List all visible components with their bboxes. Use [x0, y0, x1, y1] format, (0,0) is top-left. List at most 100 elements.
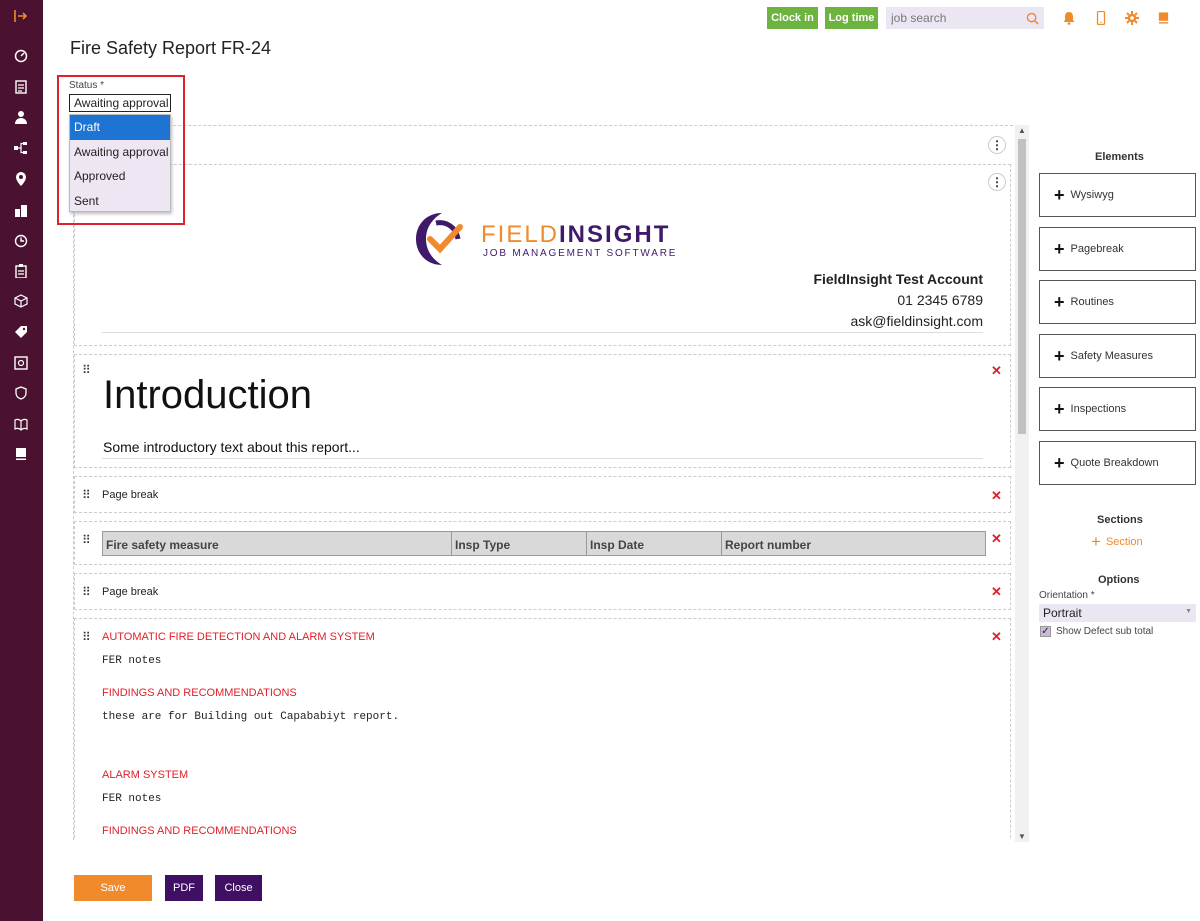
shield-icon[interactable] [13, 385, 29, 401]
pagebreak-block: ⠿ Page break ✕ [74, 476, 1011, 513]
book-icon[interactable] [1155, 10, 1171, 26]
fieldinsight-logo-icon [412, 209, 472, 269]
scroll-thumb[interactable] [1018, 139, 1026, 434]
element-label: Pagebreak [1070, 243, 1124, 255]
orientation-label: Orientation * [1039, 590, 1095, 601]
add-inspections-button[interactable]: + Inspections [1039, 387, 1196, 431]
user-icon[interactable] [13, 109, 29, 125]
drag-handle-icon[interactable]: ⠿ [82, 533, 91, 547]
header-block-menu-button[interactable]: ⋮ [988, 173, 1006, 191]
delete-block-button[interactable]: ✕ [991, 363, 1002, 379]
chevron-down-icon: ▼ [1185, 608, 1192, 615]
add-routines-button[interactable]: + Routines [1039, 280, 1196, 324]
document-icon[interactable] [13, 79, 29, 95]
plus-icon: + [1054, 292, 1065, 312]
status-option-awaiting-approval[interactable]: Awaiting approval [70, 140, 170, 165]
delete-block-button[interactable]: ✕ [991, 488, 1002, 504]
drag-handle-icon[interactable]: ⠿ [82, 488, 91, 502]
box-icon[interactable] [13, 293, 29, 309]
elements-title: Elements [1095, 151, 1144, 163]
scroll-up-arrow-icon[interactable]: ▲ [1018, 126, 1026, 135]
plus-icon: + [1054, 453, 1065, 473]
add-quote-breakdown-button[interactable]: + Quote Breakdown [1039, 441, 1196, 485]
book-closed-icon[interactable] [13, 446, 29, 462]
add-section-button[interactable]: + Section [1091, 533, 1143, 550]
show-defect-label: Show Defect sub total [1056, 626, 1154, 637]
logout-icon[interactable] [13, 8, 29, 24]
close-button[interactable]: Close [215, 875, 262, 901]
logo-text-insight: INSIGHT [559, 221, 671, 248]
location-pin-icon[interactable] [13, 171, 29, 187]
status-option-approved[interactable]: Approved [70, 164, 170, 189]
section-text: FER notes [102, 655, 162, 667]
page-title: Fire Safety Report FR-24 [70, 38, 272, 58]
drag-handle-icon[interactable]: ⠿ [82, 585, 91, 599]
job-search-input[interactable] [886, 7, 1044, 29]
status-option-draft[interactable]: Draft [70, 115, 170, 140]
add-wysiwyg-button[interactable]: + Wysiwyg [1039, 173, 1196, 217]
status-option-sent[interactable]: Sent [70, 189, 170, 214]
report-canvas: ⋮ ⋮ FIELDINSIGHT JOB MANAGEMENT SOFTWARE… [73, 125, 1013, 840]
safe-icon[interactable] [13, 355, 29, 371]
show-defect-checkbox[interactable]: ✓ [1040, 626, 1051, 637]
orientation-select[interactable]: Portrait ▼ [1039, 604, 1196, 622]
section-heading: FINDINGS AND RECOMMENDATIONS [102, 687, 297, 699]
logo-subtitle: JOB MANAGEMENT SOFTWARE [483, 248, 678, 259]
table-header-row: Fire safety measure Insp Type Insp Date … [102, 531, 986, 556]
top-block-menu-button[interactable]: ⋮ [988, 136, 1006, 154]
safety-measures-table-block: ⠿ Fire safety measure Insp Type Insp Dat… [74, 521, 1011, 565]
plus-icon: + [1091, 532, 1101, 551]
intro-divider [102, 458, 983, 459]
gear-icon[interactable] [1124, 10, 1140, 26]
element-label: Quote Breakdown [1070, 457, 1159, 469]
hierarchy-icon[interactable] [13, 140, 29, 156]
table-header-cell: Report number [725, 538, 812, 552]
delete-block-button[interactable]: ✕ [991, 629, 1002, 645]
element-label: Wysiwyg [1070, 189, 1114, 201]
plus-icon: + [1054, 185, 1065, 205]
buildings-icon[interactable] [13, 202, 29, 218]
table-header-cell: Insp Date [587, 532, 722, 555]
company-email: ask@fieldinsight.com [850, 313, 984, 329]
clock-in-button[interactable]: Clock in [767, 7, 818, 29]
tag-icon[interactable] [13, 324, 29, 340]
logo-text: FIELDINSIGHT [481, 221, 670, 249]
section-text: FER notes [102, 793, 162, 805]
top-block: ⋮ [74, 136, 1011, 154]
status-dropdown: Draft Awaiting approval Approved Sent [69, 114, 171, 212]
status-label: Status * [69, 80, 105, 91]
drag-handle-icon[interactable]: ⠿ [82, 363, 91, 377]
intro-block: ⠿ ✕ Introduction Some introductory text … [74, 354, 1011, 468]
intro-heading[interactable]: Introduction [103, 373, 312, 418]
intro-text[interactable]: Some introductory text about this report… [103, 439, 360, 455]
search-icon[interactable] [1024, 10, 1040, 26]
delete-block-button[interactable]: ✕ [991, 531, 1002, 547]
gauge-icon[interactable] [13, 48, 29, 64]
bell-icon[interactable] [1061, 10, 1077, 26]
clipboard-icon[interactable] [13, 263, 29, 279]
pagebreak-label: Page break [102, 489, 159, 501]
company-name: FieldInsight Test Account [813, 271, 983, 287]
add-pagebreak-button[interactable]: + Pagebreak [1039, 227, 1196, 271]
mobile-icon[interactable] [1093, 10, 1109, 26]
scroll-down-arrow-icon[interactable]: ▼ [1018, 832, 1026, 841]
sidebar [0, 0, 43, 921]
drag-handle-icon[interactable]: ⠿ [82, 630, 91, 644]
orientation-value: Portrait [1043, 606, 1082, 620]
add-section-label: Section [1105, 535, 1143, 548]
header-block: ⋮ FIELDINSIGHT JOB MANAGEMENT SOFTWARE F… [74, 164, 1011, 346]
log-time-button[interactable]: Log time [825, 7, 878, 29]
logo-text-field: FIELD [481, 221, 560, 248]
delete-block-button[interactable]: ✕ [991, 584, 1002, 600]
pdf-button[interactable]: PDF [165, 875, 203, 901]
clock-icon[interactable] [13, 233, 29, 249]
sections-title: Sections [1097, 514, 1143, 526]
canvas-scrollbar[interactable]: ▲ ▼ [1015, 125, 1029, 842]
book-icon[interactable] [13, 416, 29, 432]
save-button[interactable]: Save [74, 875, 152, 901]
status-select[interactable]: Awaiting approval [69, 94, 171, 112]
add-safety-measures-button[interactable]: + Safety Measures [1039, 334, 1196, 378]
plus-icon: + [1054, 239, 1065, 259]
plus-icon: + [1054, 399, 1065, 419]
header-divider [102, 332, 983, 333]
